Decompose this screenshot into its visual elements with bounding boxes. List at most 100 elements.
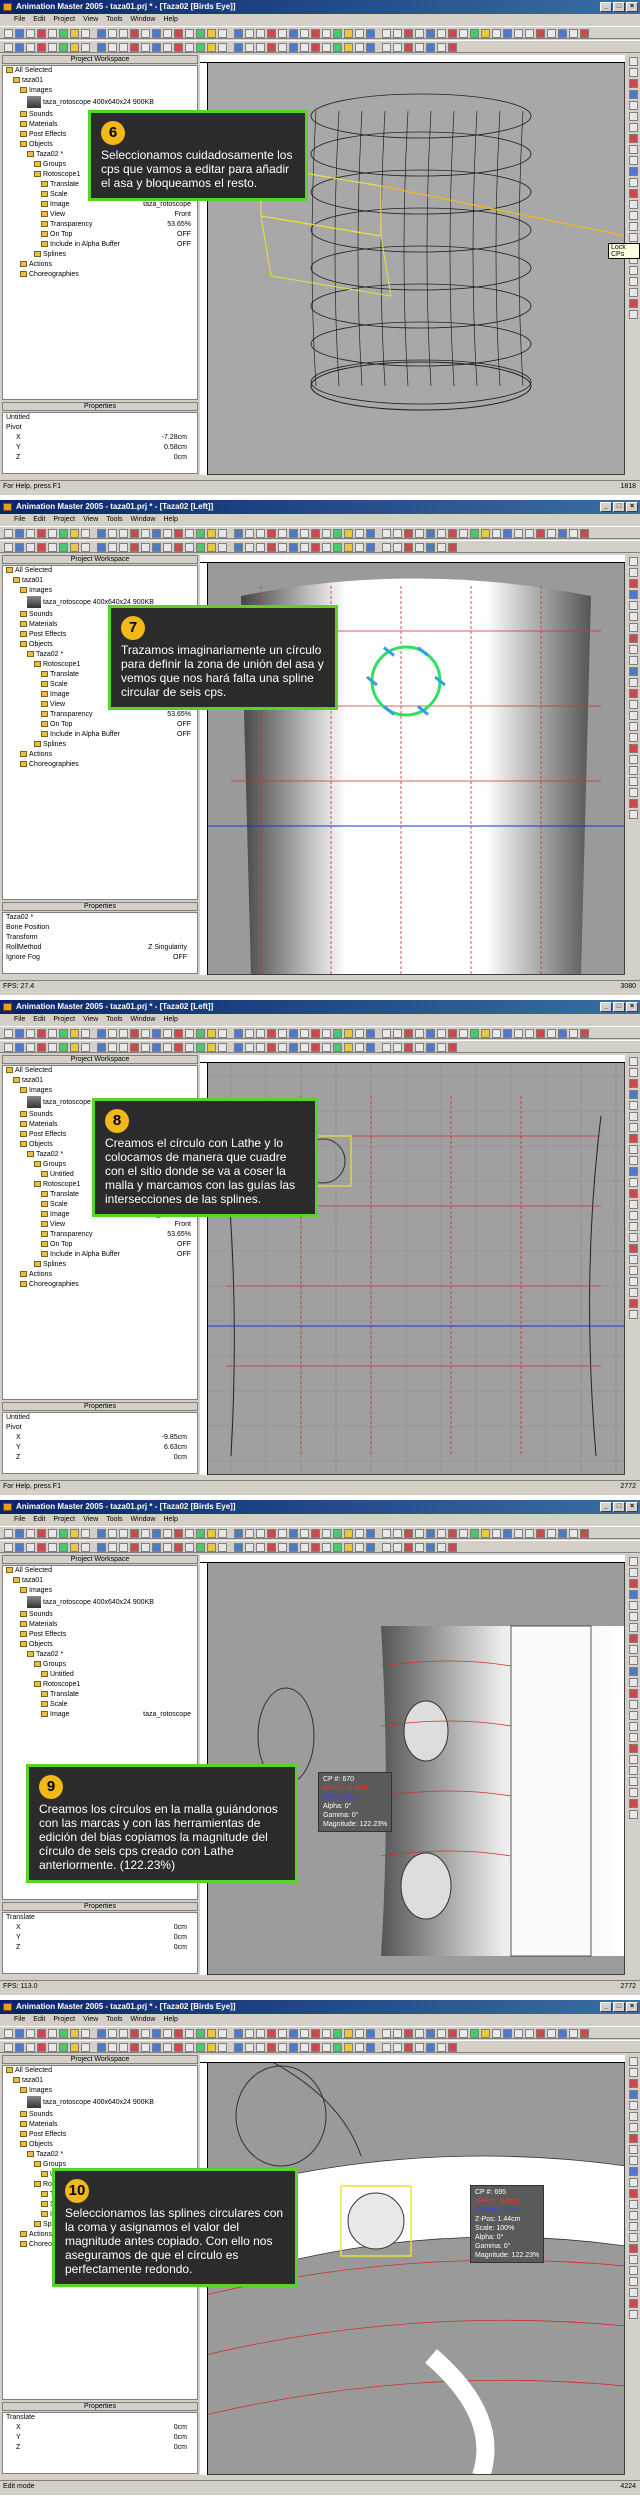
toolbar-tool-icon[interactable]: [218, 529, 227, 538]
toolbar-tool-icon[interactable]: [108, 1529, 117, 1538]
toolbar-tool-icon[interactable]: [393, 543, 402, 552]
tool-icon[interactable]: [628, 2068, 638, 2077]
tool-icon[interactable]: [628, 1167, 638, 1176]
toolbar-tool-icon[interactable]: [322, 543, 331, 552]
tool-icon[interactable]: [628, 1700, 638, 1709]
tool-icon[interactable]: [628, 1579, 638, 1588]
toolbar-tool-icon[interactable]: [218, 2029, 227, 2038]
toolbar-tool-icon[interactable]: [459, 2029, 468, 2038]
toolbar-tool-icon[interactable]: [503, 529, 512, 538]
property-value[interactable]: Z Singularity: [148, 943, 187, 953]
toolbar-tool-icon[interactable]: [569, 2029, 578, 2038]
toolbar-tool-icon[interactable]: [15, 1543, 24, 1552]
toolbar-tool-icon[interactable]: [245, 1529, 254, 1538]
tree-item[interactable]: taza01: [3, 1076, 197, 1086]
toolbar-tool-icon[interactable]: [437, 529, 446, 538]
tool-icon[interactable]: [628, 2134, 638, 2143]
menu-tools[interactable]: Tools: [102, 1014, 126, 1026]
property-value[interactable]: 0cm: [174, 2423, 187, 2433]
tool-icon[interactable]: [628, 1623, 638, 1632]
property-row[interactable]: X -9.85cm: [3, 1433, 197, 1443]
toolbar-tool-icon[interactable]: [218, 2043, 227, 2052]
toolbar-tool-icon[interactable]: [514, 29, 523, 38]
menu-edit[interactable]: Edit: [29, 1514, 49, 1526]
toolbar-tool-icon[interactable]: [569, 29, 578, 38]
toolbar-tool-icon[interactable]: [81, 29, 90, 38]
tool-icon[interactable]: [628, 1178, 638, 1187]
tool-icon[interactable]: [628, 2277, 638, 2286]
toolbar-tool-icon[interactable]: [393, 1043, 402, 1052]
menu-project[interactable]: Project: [49, 1514, 79, 1526]
toolbar-tool-icon[interactable]: [267, 1029, 276, 1038]
tree-item[interactable]: Actions: [3, 1270, 197, 1280]
toolbar-tool-icon[interactable]: [185, 43, 194, 52]
toolbar-tool-icon[interactable]: [355, 1543, 364, 1552]
tool-icon[interactable]: [628, 1222, 638, 1231]
tool-icon[interactable]: [628, 57, 638, 66]
toolbar-tool-icon[interactable]: [26, 1029, 35, 1038]
tree-item[interactable]: Include in Alpha Buffer OFF: [3, 730, 197, 740]
toolbar-tool-icon[interactable]: [108, 1543, 117, 1552]
menu-tools[interactable]: Tools: [102, 514, 126, 526]
toolbar-tool-icon[interactable]: [492, 2029, 501, 2038]
toolbar-tool-icon[interactable]: [196, 2043, 205, 2052]
toolbar-tool-icon[interactable]: [333, 1543, 342, 1552]
toolbar-tool-icon[interactable]: [119, 1529, 128, 1538]
toolbar-tool-icon[interactable]: [393, 2043, 402, 2052]
toolbar-tool-icon[interactable]: [558, 29, 567, 38]
toolbar-tool-icon[interactable]: [48, 2043, 57, 2052]
toolbar-tool-icon[interactable]: [344, 529, 353, 538]
toolbar-tool-icon[interactable]: [70, 2043, 79, 2052]
toolbar-tool-icon[interactable]: [97, 43, 106, 52]
toolbar-tool-icon[interactable]: [525, 1029, 534, 1038]
toolbar-tool-icon[interactable]: [152, 43, 161, 52]
toolbar-tool-icon[interactable]: [81, 43, 90, 52]
toolbar-tool-icon[interactable]: [366, 43, 375, 52]
tree-item[interactable]: All Selected: [3, 2066, 197, 2076]
toolbar-tool-icon[interactable]: [163, 529, 172, 538]
tool-icon[interactable]: [628, 101, 638, 110]
toolbar-tool-icon[interactable]: [333, 2043, 342, 2052]
toolbar-tool-icon[interactable]: [547, 1029, 556, 1038]
tree-item[interactable]: Choreographies: [3, 760, 197, 770]
properties-panel[interactable]: Translate X 0cm Y 0cm Z 0cm: [2, 1912, 198, 1974]
tool-icon[interactable]: [628, 68, 638, 77]
toolbar-tool-icon[interactable]: [448, 43, 457, 52]
toolbar-tool-icon[interactable]: [245, 2029, 254, 2038]
toolbar-tool-icon[interactable]: [37, 2029, 46, 2038]
toolbar-tool-icon[interactable]: [234, 1529, 243, 1538]
tool-icon[interactable]: [628, 1233, 638, 1242]
property-row[interactable]: Pivot: [3, 423, 197, 433]
toolbar-tool-icon[interactable]: [580, 29, 589, 38]
toolbar-tool-icon[interactable]: [448, 2043, 457, 2052]
toolbar-tool-icon[interactable]: [322, 1543, 331, 1552]
toolbar-tool-icon[interactable]: [333, 29, 342, 38]
toolbar-tool-icon[interactable]: [437, 1043, 446, 1052]
toolbar-tool-icon[interactable]: [366, 2043, 375, 2052]
toolbar-tool-icon[interactable]: [130, 543, 139, 552]
toolbar-tool-icon[interactable]: [382, 43, 391, 52]
toolbar-tool-icon[interactable]: [37, 1543, 46, 1552]
toolbar-tool-icon[interactable]: [26, 43, 35, 52]
toolbar-tool-icon[interactable]: [256, 2043, 265, 2052]
toolbar-tool-icon[interactable]: [152, 1543, 161, 1552]
toolbar-tool-icon[interactable]: [81, 543, 90, 552]
toolbar-tool-icon[interactable]: [267, 1043, 276, 1052]
toolbar-tool-icon[interactable]: [448, 1543, 457, 1552]
toolbar-tool-icon[interactable]: [81, 529, 90, 538]
menu-project[interactable]: Project: [49, 1014, 79, 1026]
toolbar-tool-icon[interactable]: [404, 43, 413, 52]
tool-icon[interactable]: [628, 277, 638, 286]
tool-icon[interactable]: [628, 557, 638, 566]
toolbar-tool-icon[interactable]: [426, 2029, 435, 2038]
toolbar-tool-icon[interactable]: [141, 1029, 150, 1038]
menu-help[interactable]: Help: [159, 1514, 181, 1526]
toolbar-tool-icon[interactable]: [267, 2043, 276, 2052]
toolbar-tool-icon[interactable]: [97, 543, 106, 552]
toolbar-tool-icon[interactable]: [415, 1029, 424, 1038]
tool-icon[interactable]: [628, 2244, 638, 2253]
tree-item[interactable]: Objects: [3, 1640, 197, 1650]
toolbar-tool-icon[interactable]: [4, 1029, 13, 1038]
toolbar-tool-icon[interactable]: [185, 1529, 194, 1538]
toolbar-tool-icon[interactable]: [525, 2029, 534, 2038]
